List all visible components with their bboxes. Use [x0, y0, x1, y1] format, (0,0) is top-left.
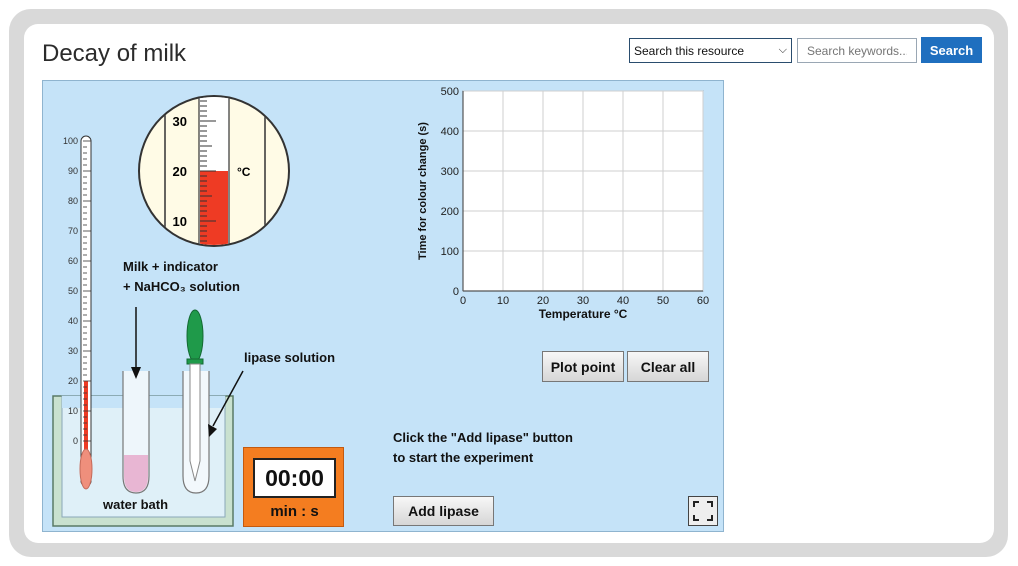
chart-ytick-label: 500 [441, 86, 459, 98]
dropper-bulb [186, 309, 204, 363]
chart-xtick-label: 30 [577, 295, 589, 307]
timer: 00:00 min : s [243, 447, 344, 527]
chart-xlabel: Temperature °C [539, 307, 628, 321]
mag-unit: °C [237, 165, 251, 179]
instruction-line2: to start the experiment [393, 450, 534, 465]
dropper-tube [189, 363, 201, 482]
chart-ylabel: Time for colour change (s) [417, 122, 429, 260]
results-chart: 0 10 20 30 40 50 60 0 100 200 300 400 500 Temperature… [417, 86, 709, 321]
chart-ytick-label: 200 [441, 206, 459, 218]
simulation-panel: 100 90 80 70 60 50 40 30 20 10 0 30 20 10 °C 0 10 20… [42, 80, 724, 532]
chevron-down-icon: ⌵ [778, 44, 787, 56]
add-lipase-button[interactable]: Add lipase [393, 496, 494, 526]
search-input[interactable] [797, 38, 917, 63]
milk-liquid [124, 455, 148, 492]
thermometer-label: 80 [68, 196, 78, 206]
plot-point-button[interactable]: Plot point [542, 351, 624, 382]
timer-unit: min : s [270, 503, 319, 520]
chart-xtick-label: 20 [537, 295, 549, 307]
chart-ytick-label: 300 [441, 166, 459, 178]
fullscreen-icon [693, 501, 713, 521]
chart-xtick-label: 60 [697, 295, 709, 307]
lipase-label: lipase solution [244, 350, 336, 365]
thermometer-label: 70 [68, 226, 78, 236]
chart-xtick-label: 50 [657, 295, 669, 307]
search-button[interactable]: Search [921, 37, 982, 63]
instruction-line1: Click the "Add lipase" button [393, 430, 573, 445]
timer-display: 00:00 [253, 458, 336, 498]
thermometer-label: 40 [68, 316, 78, 326]
chart-ytick-label: 0 [453, 286, 459, 298]
milk-label-line1: Milk + indicator [123, 259, 218, 274]
chart-xtick-label: 10 [497, 295, 509, 307]
search-scope-value: Search this resource [634, 43, 745, 58]
chart-xtick-label: 40 [617, 295, 629, 307]
apparatus-drawing: 1009080706050403020100 30 20 10 °C 0 10 20… [52, 86, 709, 527]
thermometer-label: 30 [68, 346, 78, 356]
mag-label-20: 20 [173, 164, 187, 179]
thermometer-label: 100 [63, 136, 78, 146]
page-title: Decay of milk [42, 40, 187, 67]
water-bath-label: water bath [103, 497, 169, 512]
fullscreen-button[interactable] [688, 496, 718, 526]
thermometer-label: 20 [68, 376, 78, 386]
thermometer-label: 10 [68, 406, 78, 416]
search-scope-select[interactable]: Search this resource ⌵ [629, 38, 792, 63]
clear-all-button[interactable]: Clear all [627, 351, 709, 382]
mag-label-30: 30 [173, 114, 187, 129]
thermometer-label: 0 [73, 436, 78, 446]
thermometer-mercury [84, 381, 88, 451]
thermometer-label: 90 [68, 166, 78, 176]
chart-ytick-label: 100 [441, 246, 459, 258]
chart-xtick-label: 0 [460, 295, 466, 307]
milk-label-line2: + NaHCO₃ solution [123, 279, 240, 294]
mag-label-10: 10 [173, 214, 187, 229]
thermometer-label: 60 [68, 256, 78, 266]
thermometer-label: 50 [68, 286, 78, 296]
thermometer-bulb [79, 448, 93, 490]
chart-ytick-label: 400 [441, 126, 459, 138]
